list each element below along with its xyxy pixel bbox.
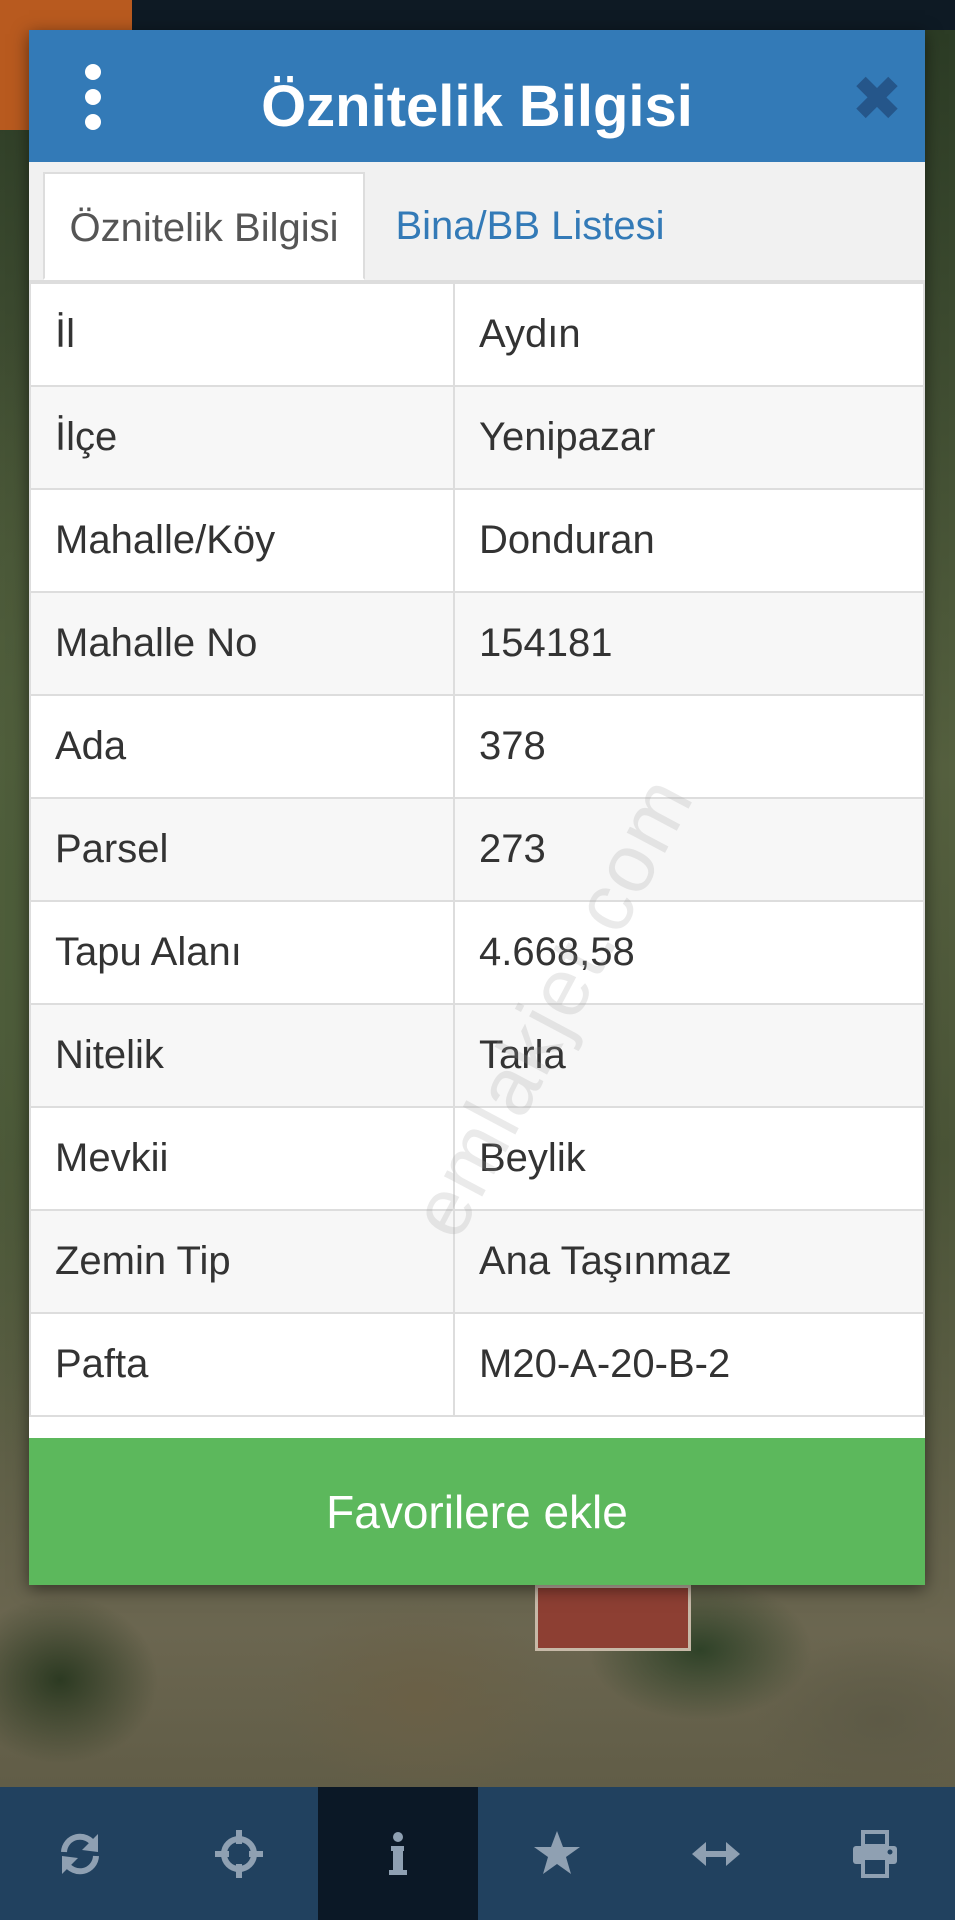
measure-arrows-icon: [692, 1841, 741, 1866]
attribute-key: Mevkii: [29, 1106, 455, 1211]
attribute-value: Tarla: [453, 1003, 925, 1108]
attribute-value: Beylik: [453, 1106, 925, 1211]
attribute-key: Tapu Alanı: [29, 900, 455, 1005]
favorites-button[interactable]: [478, 1787, 637, 1920]
table-row: Ada 378: [29, 694, 925, 799]
add-to-favorites-button[interactable]: Favorilere ekle: [29, 1438, 925, 1585]
attribute-value: Yenipazar: [453, 385, 925, 490]
refresh-icon: [60, 1833, 99, 1874]
measure-button[interactable]: [637, 1787, 796, 1920]
table-row: Nitelik Tarla: [29, 1003, 925, 1108]
print-icon: [853, 1829, 898, 1878]
info-icon: [388, 1831, 407, 1875]
table-row: Pafta M20-A-20-B-2: [29, 1312, 925, 1417]
attribute-value: 4.668,58: [453, 900, 925, 1005]
table-row: İl Aydın: [29, 282, 925, 387]
attribute-value: 273: [453, 797, 925, 902]
star-icon: [534, 1830, 581, 1874]
refresh-button[interactable]: [0, 1787, 159, 1920]
attribute-key: İlçe: [29, 385, 455, 490]
print-button[interactable]: [796, 1787, 955, 1920]
attribute-value: M20-A-20-B-2: [453, 1312, 925, 1417]
attribute-key: İl: [29, 282, 455, 387]
attribute-table: İl Aydın İlçe Yenipazar Mahalle/Köy Dondura…: [29, 282, 925, 1417]
map-building: [535, 1585, 691, 1651]
map-feature: [132, 0, 955, 30]
table-row: İlçe Yenipazar: [29, 385, 925, 490]
table-row: Tapu Alanı 4.668,58: [29, 900, 925, 1005]
table-row: Mevkii Beylik: [29, 1106, 925, 1211]
attribute-value: 154181: [453, 591, 925, 696]
bottom-toolbar: [0, 1787, 955, 1920]
table-row: Mahalle/Köy Donduran: [29, 488, 925, 593]
locate-button[interactable]: [159, 1787, 318, 1920]
tab-attribute-info[interactable]: Öznitelik Bilgisi: [43, 172, 365, 280]
table-row: Parsel 273: [29, 797, 925, 902]
attribute-value: Ana Taşınmaz: [453, 1209, 925, 1314]
tab-building-list[interactable]: Bina/BB Listesi: [365, 172, 695, 280]
attribute-info-dialog: Öznitelik Bilgisi ✖ Öznitelik Bilgisi Bi…: [29, 30, 925, 1585]
attribute-value: Donduran: [453, 488, 925, 593]
dialog-header: Öznitelik Bilgisi ✖: [29, 30, 925, 162]
attribute-key: Parsel: [29, 797, 455, 902]
attribute-key: Mahalle/Köy: [29, 488, 455, 593]
attribute-key: Zemin Tip: [29, 1209, 455, 1314]
table-row: Mahalle No 154181: [29, 591, 925, 696]
attribute-value: Aydın: [453, 282, 925, 387]
tab-bar: Öznitelik Bilgisi Bina/BB Listesi: [29, 162, 925, 282]
crosshair-icon: [214, 1829, 263, 1878]
info-button[interactable]: [318, 1787, 478, 1920]
attribute-key: Mahalle No: [29, 591, 455, 696]
attribute-value: 378: [453, 694, 925, 799]
table-row: Zemin Tip Ana Taşınmaz: [29, 1209, 925, 1314]
dialog-title: Öznitelik Bilgisi: [261, 74, 693, 139]
attribute-key: Pafta: [29, 1312, 455, 1417]
attribute-key: Nitelik: [29, 1003, 455, 1108]
close-icon[interactable]: ✖: [849, 69, 905, 131]
attribute-key: Ada: [29, 694, 455, 799]
